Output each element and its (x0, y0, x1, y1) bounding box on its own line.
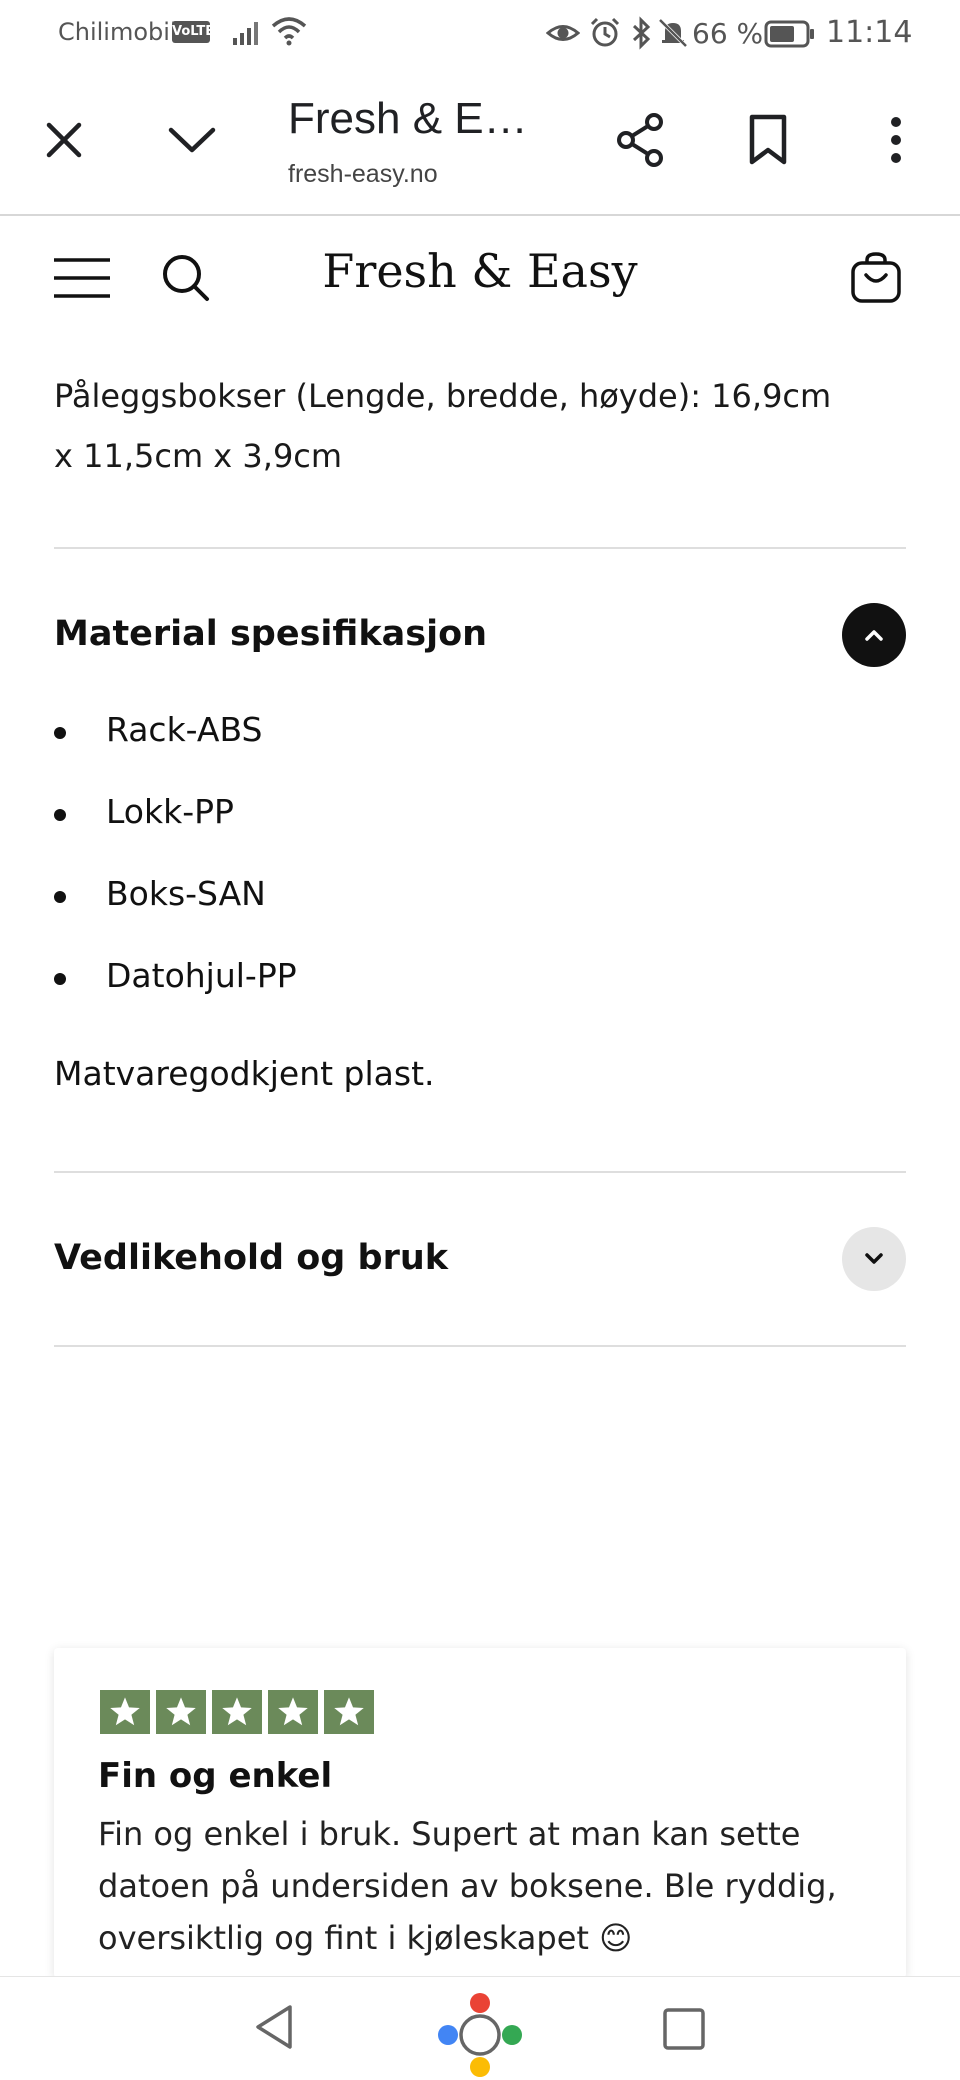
divider (54, 547, 906, 549)
bullet-icon (54, 973, 66, 985)
material-note: Matvaregodkjent plast. (54, 1054, 435, 1093)
site-title[interactable]: Fresh & Easy (0, 244, 960, 298)
bullet-icon (54, 727, 66, 739)
home-button[interactable] (432, 1987, 528, 2080)
back-button[interactable] (244, 1997, 304, 2057)
star-icon (324, 1690, 374, 1734)
more-options-button[interactable] (866, 110, 926, 170)
more-vert-icon (891, 117, 901, 163)
list-item: Boks-SAN (54, 874, 297, 956)
list-item: Lokk-PP (54, 792, 297, 874)
chevron-down-icon (168, 127, 216, 153)
list-item: Rack-ABS (54, 710, 297, 792)
recents-button[interactable] (654, 1999, 714, 2059)
accordion-toggle-care[interactable] (842, 1227, 906, 1291)
bookmark-icon (749, 114, 787, 165)
wifi-icon (271, 17, 307, 46)
cart-button[interactable] (846, 248, 906, 308)
review-body: Fin og enkel i bruk. Supert at man kan s… (98, 1815, 837, 1957)
list-item-label: Rack-ABS (106, 710, 263, 749)
star-icon (100, 1690, 150, 1734)
bullet-icon (54, 809, 66, 821)
review-title: Fin og enkel (98, 1756, 333, 1796)
close-icon (46, 122, 82, 158)
alarm-icon (590, 17, 620, 47)
bookmark-button[interactable] (738, 110, 798, 170)
mute-icon (658, 18, 688, 48)
chevron-up-icon (865, 630, 883, 641)
star-icon (268, 1690, 318, 1734)
list-item-label: Lokk-PP (106, 792, 234, 831)
bluetooth-icon (632, 16, 651, 50)
list-item: Datohjul-PP (54, 956, 297, 1038)
signal-icon (233, 22, 258, 45)
close-tab-button[interactable] (34, 110, 94, 170)
dimensions-line-1: Påleggsbokser (Lengde, bredde, høyde): 1… (54, 377, 832, 415)
battery-percent: 66 % (692, 17, 764, 50)
material-list: Rack-ABS Lokk-PP Boks-SAN Datohjul-PP (54, 710, 297, 1038)
volte-badge: VoLTE (172, 21, 214, 43)
carrier-name: Chilimobil (58, 18, 177, 46)
eye-icon (546, 25, 580, 41)
cart-icon (851, 252, 901, 303)
browser-toolbar: Fresh & Easy fresh-easy.no (0, 66, 960, 216)
system-nav-bar (0, 1976, 960, 2080)
site-header: Fresh & Easy (0, 218, 960, 338)
status-bar: Chilimobil VoLTE 66 % 11:14 (0, 0, 960, 66)
home-assistant-icon (438, 1993, 522, 2077)
chevron-down-icon (865, 1253, 883, 1264)
accordion-toggle-material[interactable] (842, 603, 906, 667)
list-item-label: Datohjul-PP (106, 956, 297, 995)
minimize-button[interactable] (162, 110, 222, 170)
page-title[interactable]: Fresh & Easy (288, 94, 550, 144)
star-rating (100, 1690, 374, 1734)
review-card[interactable]: Fin og enkel Fin og enkel i bruk. Supert… (54, 1648, 906, 1978)
divider (54, 1171, 906, 1173)
share-icon (617, 113, 663, 167)
bullet-icon (54, 891, 66, 903)
recents-icon (663, 2008, 705, 2050)
url-display[interactable]: fresh-easy.no (288, 160, 438, 189)
list-item-label: Boks-SAN (106, 874, 266, 913)
divider (54, 1345, 906, 1347)
clock: 11:14 (826, 15, 913, 50)
star-icon (212, 1690, 262, 1734)
star-icon (156, 1690, 206, 1734)
dimensions-line-2: x 11,5cm x 3,9cm (54, 437, 343, 475)
accordion-title-material[interactable]: Material spesifikasjon (54, 614, 487, 654)
share-button[interactable] (610, 110, 670, 170)
back-icon (256, 2005, 292, 2049)
accordion-title-care[interactable]: Vedlikehold og bruk (54, 1238, 448, 1278)
battery-icon (764, 20, 814, 48)
dimensions-text: Påleggsbokser (Lengde, bredde, høyde): 1… (54, 366, 906, 486)
